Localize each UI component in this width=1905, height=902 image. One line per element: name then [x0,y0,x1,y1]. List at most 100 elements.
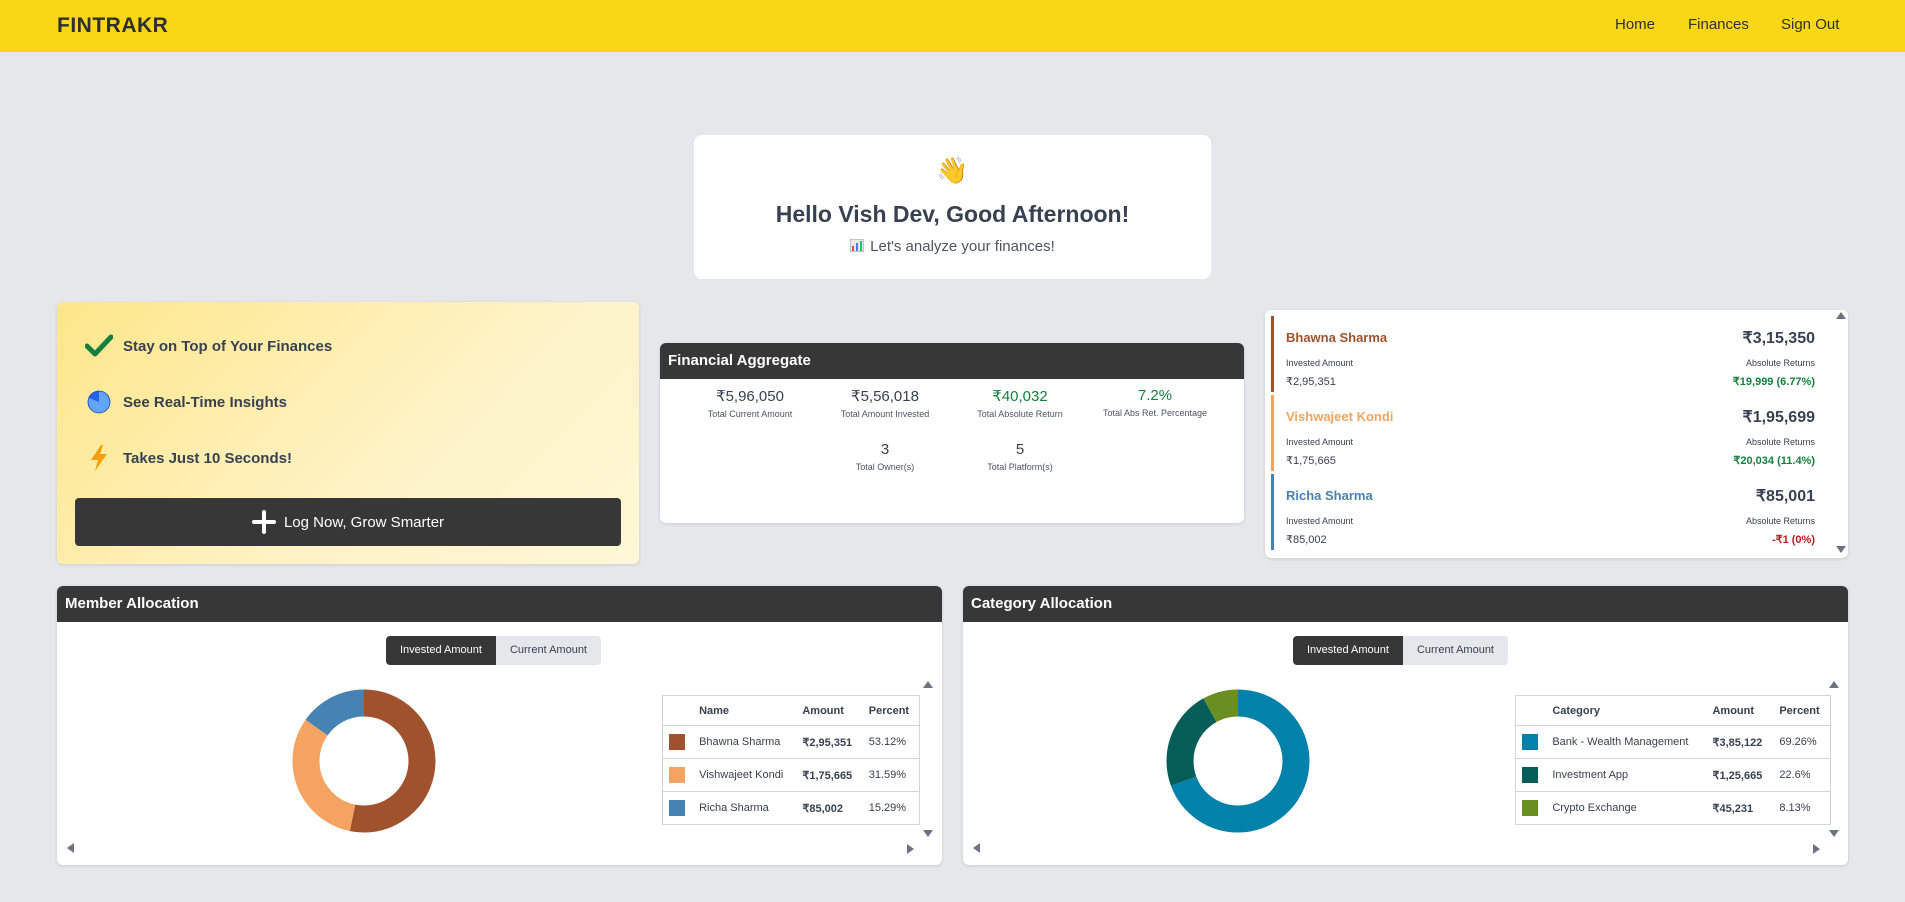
current-amount-tab[interactable]: Current Amount [1402,636,1508,665]
row-name: Vishwajeet Kondi [693,758,797,792]
scroll-up-arrow[interactable] [1829,681,1839,688]
member-card[interactable]: Bhawna Sharma ₹3,15,350 Invested Amount … [1271,316,1831,392]
brand-logo[interactable]: FINTRAKR [57,14,168,38]
table-row[interactable]: Vishwajeet Kondi ₹1,75,665 31.59% [662,758,920,792]
table-row[interactable]: Bank - Wealth Management ₹3,85,122 69.26… [1515,725,1831,759]
stat-value: 7.2% [1137,387,1173,404]
row-name: Crypto Exchange [1546,791,1707,825]
amount-toggle: Invested Amount Current Amount [386,636,601,665]
member-name: Bhawna Sharma [1286,330,1388,345]
scroll-left-arrow[interactable] [67,843,74,853]
stat-value: ₹40,032 [992,388,1048,405]
nav-sign-out-link[interactable]: Sign Out [1781,16,1839,33]
bar-chart-icon [850,239,865,252]
table-row[interactable]: Investment App ₹1,25,665 22.6% [1515,758,1831,792]
stat-total-return: ₹40,032 Total Absolute Return [950,387,1090,419]
column-header: Category [1552,704,1600,717]
greeting-subtitle: Let's analyze your finances! [870,238,1055,255]
member-total: ₹85,001 [1755,488,1815,505]
log-now-label: Log Now, Grow Smarter [283,513,445,531]
color-swatch [1522,767,1538,783]
returns-label: Absolute Returns [1745,516,1815,526]
row-amount: ₹3,85,122 [1706,725,1774,759]
top-navbar: FINTRAKR Home Finances Sign Out [0,0,1905,52]
panel-title: Member Allocation [57,586,942,622]
member-donut-chart [292,689,436,833]
member-invested: ₹1,75,665 [1286,455,1336,467]
table-row[interactable]: Richa Sharma ₹85,002 15.29% [662,791,920,825]
row-name: Bhawna Sharma [693,725,797,759]
waving-hand-icon: 👋 [936,155,969,185]
stat-label: Total Amount Invested [840,409,930,419]
row-percent: 8.13% [1773,791,1831,825]
feature-label: Stay on Top of Your Finances [123,337,333,355]
member-returns: -₹1 (0%) [1771,534,1815,546]
invested-label: Invested Amount [1286,516,1354,526]
row-name: Bank - Wealth Management [1546,725,1707,759]
member-total: ₹1,95,699 [1742,409,1815,426]
invested-amount-tab[interactable]: Invested Amount [386,636,496,665]
stat-total-current: ₹5,96,050 Total Current Amount [680,387,820,419]
row-amount: ₹1,75,665 [796,758,863,792]
log-now-button[interactable]: Log Now, Grow Smarter [75,498,621,546]
feature-label: See Real-Time Insights [123,393,287,411]
member-invested: ₹2,95,351 [1286,376,1336,388]
category-allocation-panel: Category Allocation Invested Amount Curr… [963,586,1848,865]
category-donut-chart [1166,689,1310,833]
stat-value: 3 [880,441,890,458]
invested-amount-tab[interactable]: Invested Amount [1293,636,1403,665]
scroll-up-arrow[interactable] [1836,312,1846,319]
member-name: Richa Sharma [1286,488,1373,503]
column-header: Amount [1712,704,1755,717]
invested-label: Invested Amount [1286,437,1354,447]
stat-label: Total Absolute Return [977,409,1063,419]
member-name: Vishwajeet Kondi [1286,409,1394,424]
stat-total-owners: 3 Total Owner(s) [815,441,955,472]
color-swatch [1522,800,1538,816]
member-returns: ₹20,034 (11.4%) [1733,455,1815,467]
row-percent: 22.6% [1773,758,1831,792]
panel-title: Financial Aggregate [660,343,1244,379]
nav-finances-link[interactable]: Finances [1688,16,1749,33]
scroll-up-arrow[interactable] [923,681,933,688]
scroll-down-arrow[interactable] [923,830,933,837]
scroll-down-arrow[interactable] [1829,830,1839,837]
table-row[interactable]: Crypto Exchange ₹45,231 8.13% [1515,791,1831,825]
color-swatch [669,767,685,783]
member-allocation-panel: Member Allocation Invested Amount Curren… [57,586,942,865]
member-card[interactable]: Vishwajeet Kondi ₹1,95,699 Invested Amou… [1271,395,1831,471]
stat-label: Total Abs Ret. Percentage [1102,408,1208,418]
scroll-left-arrow[interactable] [973,843,980,853]
member-card[interactable]: Richa Sharma ₹85,001 Invested Amount Abs… [1271,474,1831,550]
stat-label: Total Current Amount [707,409,793,419]
stat-return-percentage: 7.2% Total Abs Ret. Percentage [1085,387,1225,418]
scroll-right-arrow[interactable] [1813,844,1820,854]
stat-value: 5 [1015,441,1025,458]
column-header [663,696,694,726]
check-icon [85,332,113,360]
row-name: Richa Sharma [693,791,797,825]
current-amount-tab[interactable]: Current Amount [495,636,601,665]
greeting-title: Hello Vish Dev, Good Afternoon! [775,201,1130,227]
color-swatch [669,734,685,750]
table-header: Name Amount Percent [663,696,920,726]
table-header: Category Amount Percent [1516,696,1831,726]
color-swatch [669,800,685,816]
scroll-down-arrow[interactable] [1836,546,1846,553]
returns-label: Absolute Returns [1745,358,1815,368]
row-percent: 15.29% [862,791,920,825]
scroll-right-arrow[interactable] [907,844,914,854]
nav-home-link[interactable]: Home [1615,16,1655,33]
greeting-card: 👋 Hello Vish Dev, Good Afternoon! Let's … [694,135,1211,279]
column-header [1516,696,1547,726]
category-allocation-table: Category Amount Percent Bank - Wealth Ma… [1515,695,1831,825]
member-invested: ₹85,002 [1286,534,1327,546]
table-row[interactable]: Bhawna Sharma ₹2,95,351 53.12% [662,725,920,759]
row-amount: ₹1,25,665 [1706,758,1774,792]
plus-icon [251,510,276,534]
stat-label: Total Owner(s) [855,462,915,472]
row-amount: ₹85,002 [796,791,863,825]
stat-total-platforms: 5 Total Platform(s) [950,441,1090,472]
feature-item: See Real-Time Insights [85,388,287,416]
stat-value: ₹5,56,018 [851,388,919,405]
